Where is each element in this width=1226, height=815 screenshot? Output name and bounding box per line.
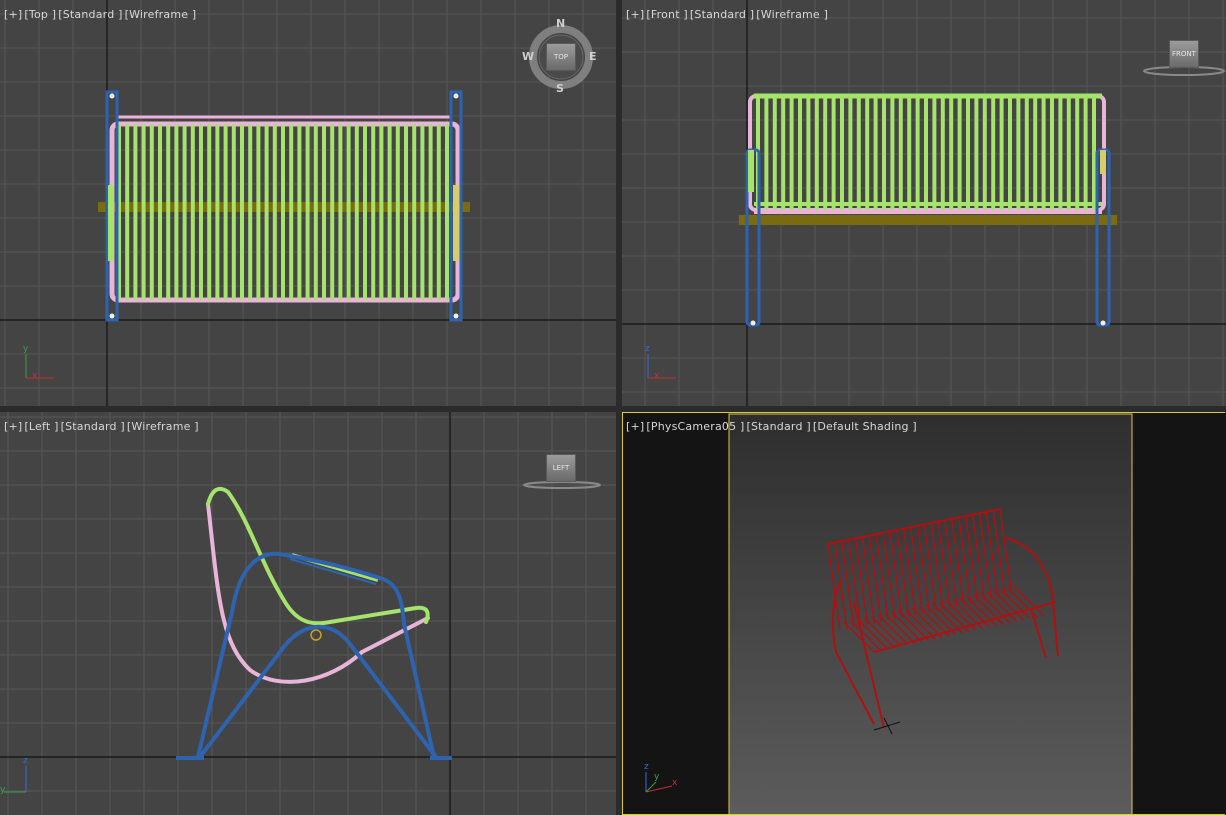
viewport-menu-plus[interactable]: [+] — [4, 8, 22, 21]
viewcube-front-face[interactable]: FRONT — [1169, 40, 1199, 68]
viewport-shading-label[interactable]: [Wireframe ] — [125, 8, 197, 21]
viewport-camera[interactable]: [+] [PhysCamera05 ] [Standard ] [Default Sh… — [622, 412, 1226, 815]
axis-x-label: x — [654, 371, 660, 381]
axis-z-label: z — [645, 344, 650, 354]
armrest — [108, 185, 114, 261]
leg-foot-marker — [453, 93, 459, 99]
armrest — [1100, 150, 1106, 174]
viewcube-left-face[interactable]: LEFT — [546, 454, 576, 482]
compass-west-label: W — [522, 50, 535, 63]
leg-foot-marker — [750, 320, 756, 326]
leg-brace — [198, 624, 438, 759]
axis-y-label: y — [654, 772, 660, 782]
pivot-point-icon — [310, 629, 322, 641]
leg-foot-marker — [109, 313, 115, 319]
viewport-menu-plus[interactable]: [+] — [626, 8, 644, 21]
leg-foot-marker — [453, 313, 459, 319]
axis-x-label: x — [32, 371, 38, 381]
viewport-shading-label[interactable]: [Wireframe ] — [756, 8, 828, 21]
viewport-top[interactable]: [+] [Top ] [Standard ] [Wireframe ] N S E W… — [0, 0, 616, 406]
viewport-divider-horizontal[interactable] — [0, 406, 1226, 412]
viewcube-top-face[interactable]: TOP — [546, 43, 576, 71]
viewport-camera-label[interactable]: [+] [PhysCamera05 ] [Standard ] [Default Sh… — [626, 420, 919, 433]
viewport-shading-label[interactable]: [Default Shading ] — [813, 420, 917, 433]
safe-frame-area — [729, 414, 1132, 815]
viewport-front[interactable]: [+] [Front ] [Standard ] [Wireframe ] FRONT… — [622, 0, 1226, 406]
compass-south-label: S — [556, 82, 564, 95]
viewport-render-mode-label[interactable]: [Standard ] — [61, 420, 125, 433]
viewport-render-mode-label[interactable]: [Standard ] — [58, 8, 122, 21]
viewport-point-of-view-label[interactable]: [Top ] — [24, 8, 56, 21]
compass-north-label: N — [556, 17, 566, 30]
compass-east-label: E — [589, 50, 597, 63]
viewport-left-label[interactable]: [+] [Left ] [Standard ] [Wireframe ] — [4, 420, 201, 433]
viewcube-front[interactable]: FRONT — [1142, 38, 1226, 78]
viewport-top-label[interactable]: [+] [Top ] [Standard ] [Wireframe ] — [4, 8, 198, 21]
leg-foot-marker — [109, 93, 115, 99]
viewport-point-of-view-label[interactable]: [PhysCamera05 ] — [646, 420, 744, 433]
axis-x-label: x — [672, 778, 678, 788]
viewport-render-mode-label[interactable]: [Standard ] — [747, 420, 811, 433]
viewport-point-of-view-label[interactable]: [Left ] — [24, 420, 58, 433]
viewport-front-label[interactable]: [+] [Front ] [Standard ] [Wireframe ] — [626, 8, 830, 21]
viewcube-compass[interactable]: N S E W TOP — [520, 17, 604, 96]
axis-y-label: y — [0, 785, 6, 795]
leg-foot-marker — [1100, 320, 1106, 326]
slat-profile — [206, 487, 430, 626]
axis-z-label: z — [23, 756, 28, 766]
axis-y-label: y — [23, 344, 29, 354]
viewport-left[interactable]: [+] [Left ] [Standard ] [Wireframe ] LEFT z… — [0, 412, 616, 815]
viewport-render-mode-label[interactable]: [Standard ] — [690, 8, 754, 21]
armrest — [748, 150, 754, 192]
viewport-divider-vertical[interactable] — [616, 0, 622, 815]
viewcube-left[interactable]: LEFT — [520, 450, 604, 490]
axis-z-label: z — [644, 762, 649, 772]
armrest — [453, 185, 459, 261]
front-view-canvas — [622, 0, 1226, 406]
camera-view-canvas — [728, 413, 1133, 815]
viewport-shading-label[interactable]: [Wireframe ] — [127, 420, 199, 433]
viewport-menu-plus[interactable]: [+] — [4, 420, 22, 433]
viewport-menu-plus[interactable]: [+] — [626, 420, 644, 433]
seat-support-bar — [739, 215, 1117, 225]
viewport-point-of-view-label[interactable]: [Front ] — [646, 8, 688, 21]
